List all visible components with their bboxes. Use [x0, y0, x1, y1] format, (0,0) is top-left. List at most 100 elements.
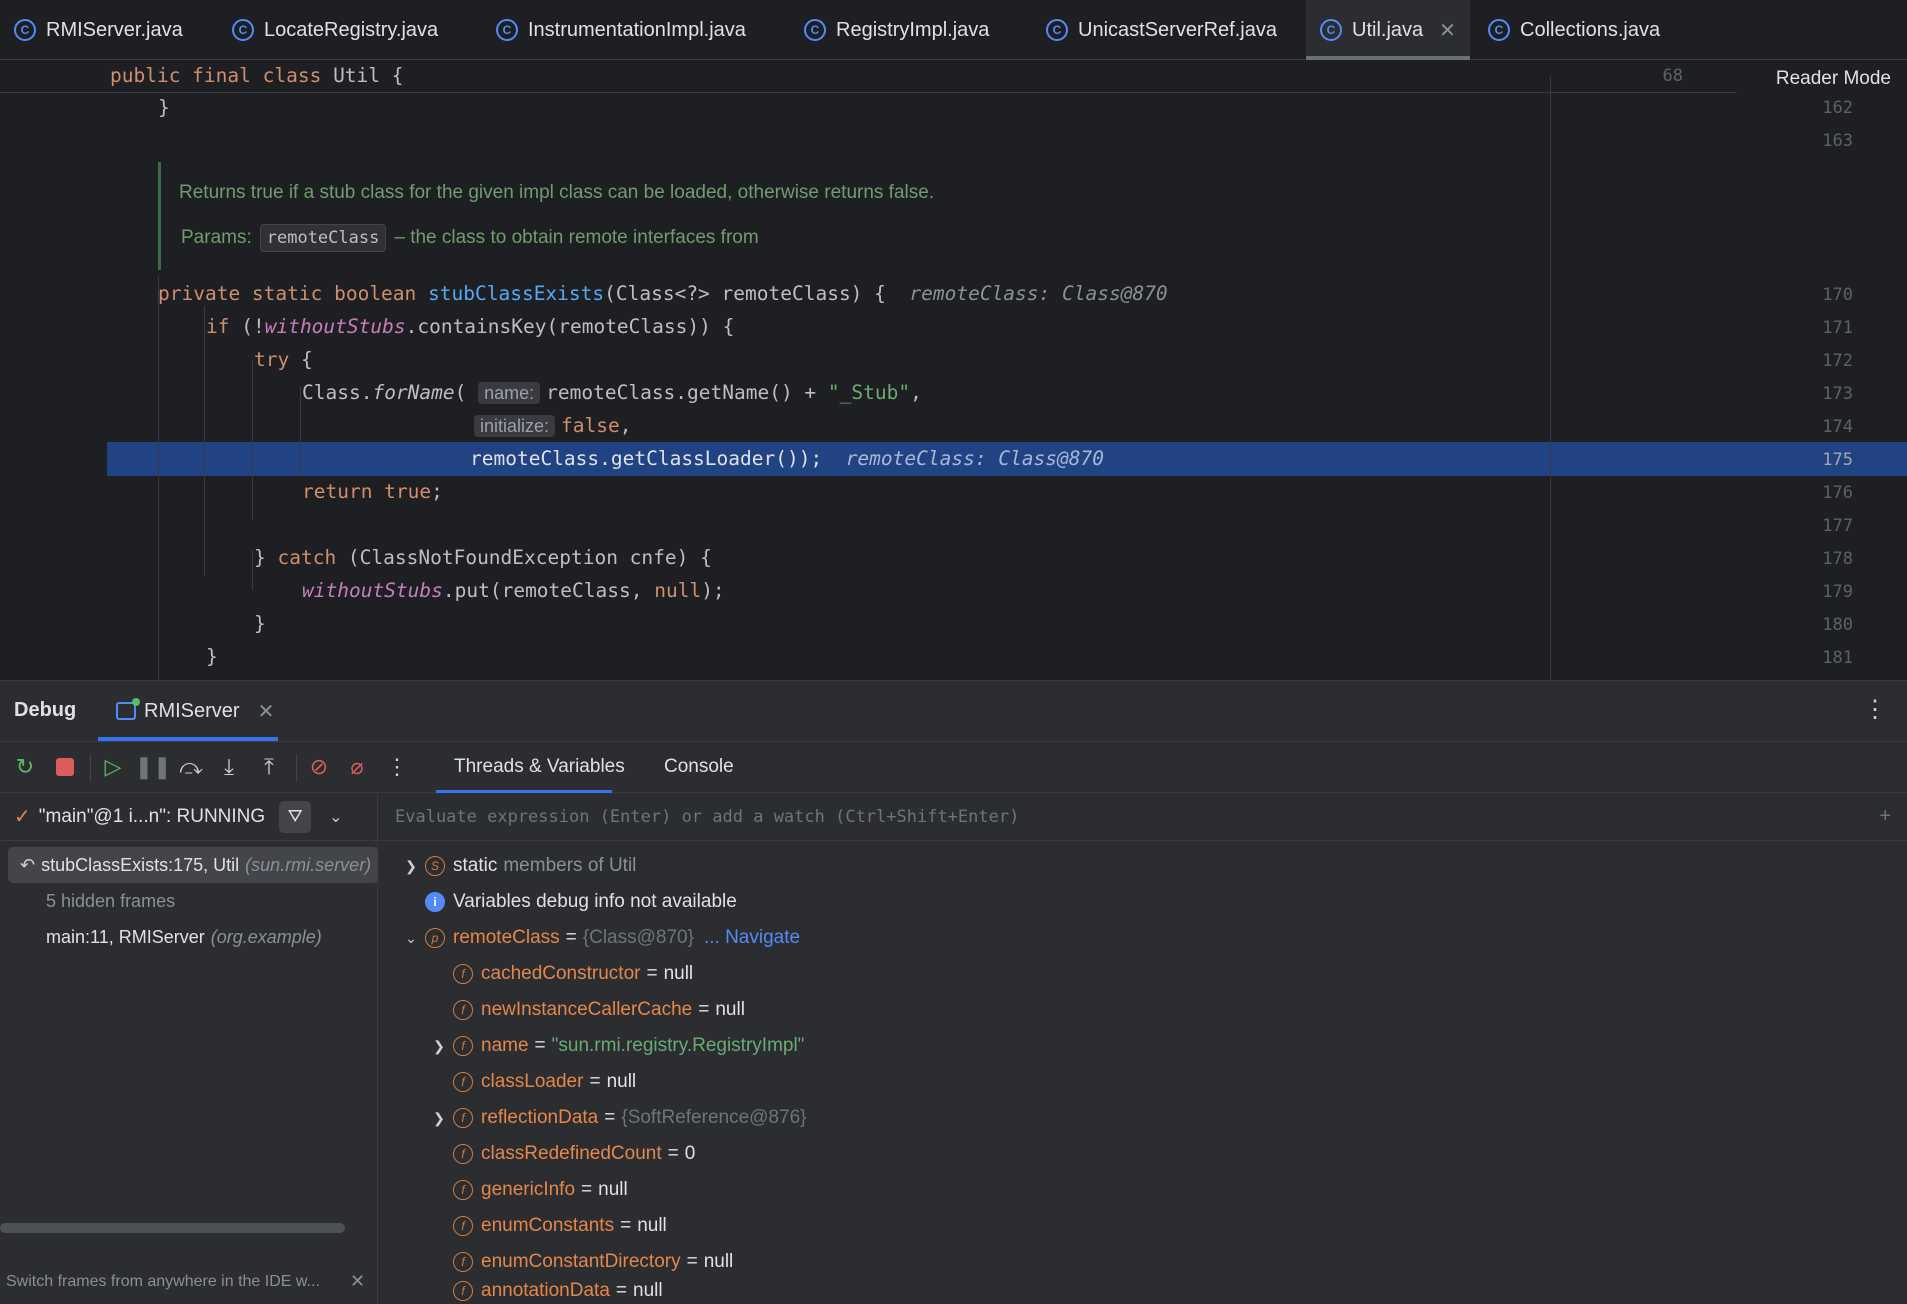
doc-param-desc: – the class to obtain remote interfaces …	[394, 227, 759, 248]
session-tab-rmiserver[interactable]: RMIServer ✕	[98, 681, 278, 741]
tab-label: LocateRegistry.java	[264, 18, 439, 41]
code-line: try {	[254, 348, 313, 371]
class-icon: C	[232, 19, 254, 41]
tab-unicastserverref[interactable]: C UnicastServerRef.java	[1032, 0, 1308, 60]
indent-guide	[204, 306, 205, 576]
more-options-icon[interactable]: ⋮	[1863, 695, 1887, 724]
step-out-icon[interactable]: ⤒	[256, 754, 282, 780]
toolbar-separator	[90, 754, 91, 782]
view-breakpoints-icon[interactable]: ⊘	[306, 754, 332, 780]
navigate-link[interactable]: ... Navigate	[704, 927, 800, 949]
field-row[interactable]: f enumConstants = null	[429, 1208, 667, 1244]
chevron-right-icon[interactable]: ❯	[429, 1038, 449, 1055]
stack-frame[interactable]: main:11, RMIServer (org.example)	[0, 919, 378, 955]
tab-rmiserver[interactable]: C RMIServer.java	[0, 0, 214, 60]
tab-collections[interactable]: C Collections.java	[1474, 0, 1698, 60]
class-icon: C	[1320, 19, 1342, 41]
evaluate-expression-field[interactable]: Evaluate expression (Enter) or add a wat…	[379, 793, 1907, 841]
field-value: {SoftReference@876}	[621, 1107, 807, 1128]
tab-locateregistry[interactable]: C LocateRegistry.java	[218, 0, 482, 60]
filter-icon[interactable]: ⛛	[279, 800, 312, 833]
line-number: 173	[1822, 384, 1853, 404]
step-into-icon[interactable]: ⤓	[216, 754, 242, 780]
resume-icon[interactable]: ▷	[100, 754, 126, 780]
mute-breakpoints-icon[interactable]: ⌀	[344, 754, 370, 780]
code-editor[interactable]: 68 public final class Util { Reader Mode…	[0, 60, 1907, 680]
info-row: i Variables debug info not available	[425, 884, 737, 920]
field-name: enumConstants	[481, 1215, 615, 1236]
line-number: 178	[1822, 549, 1853, 569]
tab-console[interactable]: Console	[664, 756, 734, 778]
variable-row-remoteclass[interactable]: ⌄ p remoteClass = {Class@870} ... Naviga…	[401, 920, 800, 956]
field-value: null	[606, 1071, 637, 1092]
inline-debug-value: remoteClass: Class@870	[909, 282, 1168, 305]
more-actions-icon[interactable]: ⋮	[384, 754, 410, 780]
close-icon[interactable]: ✕	[258, 699, 275, 724]
sticky-header[interactable]: 68 public final class Util {	[0, 60, 1737, 93]
tab-util[interactable]: C Util.java ✕	[1306, 0, 1470, 60]
rerun-icon[interactable]: ↻	[12, 754, 38, 780]
field-value: null	[598, 1179, 628, 1200]
line-number: 179	[1822, 582, 1853, 602]
field-icon: f	[453, 1036, 473, 1056]
frame-label: stubClassExists:175, Util	[41, 854, 240, 875]
frame-label: 5 hidden frames	[46, 890, 176, 911]
field-row[interactable]: f enumConstantDirectory = null	[429, 1244, 733, 1280]
field-row[interactable]: ❯ f reflectionData = {SoftReference@876}	[429, 1100, 806, 1136]
reader-mode-toggle[interactable]: Reader Mode	[1776, 68, 1891, 90]
tab-threads-variables[interactable]: Threads & Variables	[454, 756, 625, 778]
chevron-right-icon[interactable]: ❯	[429, 1110, 449, 1127]
field-row[interactable]: ❯ f name = "sun.rmi.registry.RegistryImp…	[429, 1028, 804, 1064]
field-name: enumConstantDirectory	[481, 1251, 681, 1272]
field-name: reflectionData	[481, 1107, 599, 1128]
field-name: classLoader	[481, 1071, 584, 1092]
variable-row-static[interactable]: ❯ S static members of Util	[401, 848, 636, 884]
tab-instrumentationimpl[interactable]: C InstrumentationImpl.java	[482, 0, 782, 60]
field-row[interactable]: f cachedConstructor = null	[429, 956, 693, 992]
check-icon: ✓	[14, 806, 31, 828]
line-number: 162	[1822, 98, 1853, 118]
chevron-right-icon[interactable]: ❯	[401, 858, 421, 875]
line-number: 176	[1822, 483, 1853, 503]
hidden-frames[interactable]: 5 hidden frames	[0, 883, 378, 919]
code-line: if (!withoutStubs.containsKey(remoteClas…	[206, 315, 735, 338]
field-name: newInstanceCallerCache	[481, 999, 693, 1020]
code-line: }	[254, 612, 266, 635]
chevron-down-icon[interactable]: ⌄	[401, 930, 421, 947]
right-margin-guide	[1550, 76, 1551, 680]
tab-label: InstrumentationImpl.java	[528, 18, 746, 41]
field-row[interactable]: f classLoader = null	[429, 1064, 636, 1100]
equals-sign: =	[565, 927, 577, 948]
stack-frame[interactable]: ↶ stubClassExists:175, Util (sun.rmi.ser…	[8, 847, 378, 883]
field-row[interactable]: f genericInfo = null	[429, 1172, 628, 1208]
thread-selector[interactable]: ✓ "main"@1 i...n": RUNNING ⛛ ⌄	[0, 793, 378, 841]
field-row[interactable]: f annotationData = null	[429, 1277, 663, 1304]
field-icon: f	[453, 1252, 473, 1272]
field-icon: f	[453, 1281, 473, 1301]
tab-label: Util.java	[1352, 18, 1424, 41]
indent-guide	[252, 550, 253, 590]
field-row[interactable]: f classRedefinedCount = 0	[429, 1136, 695, 1172]
field-row[interactable]: f newInstanceCallerCache = null	[429, 992, 745, 1028]
class-icon: C	[804, 19, 826, 41]
frames-pane: ✓ "main"@1 i...n": RUNNING ⛛ ⌄ ↶ stubCla…	[0, 793, 378, 1304]
parameter-icon: p	[425, 928, 445, 948]
doc-summary: Returns true if a stub class for the giv…	[179, 182, 935, 203]
close-icon[interactable]: ✕	[1439, 18, 1456, 43]
field-name: annotationData	[481, 1280, 610, 1301]
step-over-icon[interactable]: ⤼	[178, 754, 204, 780]
add-watch-icon[interactable]: +	[1879, 805, 1891, 828]
close-icon[interactable]: ✕	[350, 1271, 365, 1292]
horizontal-scrollbar[interactable]	[0, 1223, 345, 1233]
code-line-current: remoteClass.getClassLoader()); remoteCla…	[470, 447, 1104, 470]
line-number: 170	[1822, 285, 1853, 305]
field-icon: f	[453, 1000, 473, 1020]
field-name: classRedefinedCount	[481, 1143, 662, 1164]
stop-icon[interactable]	[52, 754, 78, 780]
tab-registryimpl[interactable]: C RegistryImpl.java	[790, 0, 1030, 60]
chevron-down-icon[interactable]: ⌄	[329, 807, 342, 827]
pause-icon[interactable]: ❚❚	[135, 754, 172, 780]
class-icon: C	[14, 19, 36, 41]
indent-guide	[158, 276, 159, 680]
run-config-icon	[116, 698, 140, 720]
